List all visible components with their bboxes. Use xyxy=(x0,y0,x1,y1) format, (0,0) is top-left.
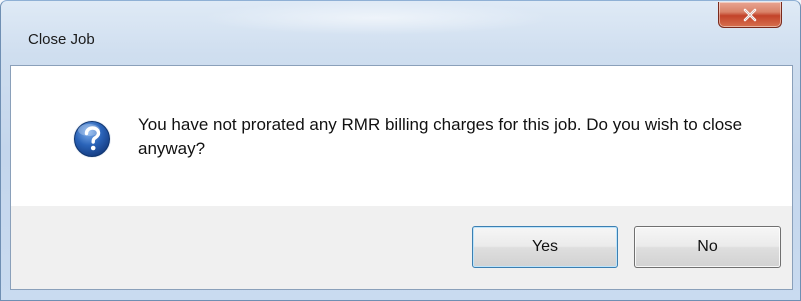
no-button[interactable]: No xyxy=(634,226,781,268)
window-title: Close Job xyxy=(28,31,95,48)
window-close-button[interactable] xyxy=(718,2,782,28)
message-area: You have not prorated any RMR billing ch… xyxy=(11,66,792,206)
question-icon xyxy=(73,120,111,158)
close-icon xyxy=(743,8,757,21)
yes-button[interactable]: Yes xyxy=(472,226,618,268)
dialog-client-area: You have not prorated any RMR billing ch… xyxy=(10,65,793,290)
dialog-message: You have not prorated any RMR billing ch… xyxy=(138,115,743,158)
